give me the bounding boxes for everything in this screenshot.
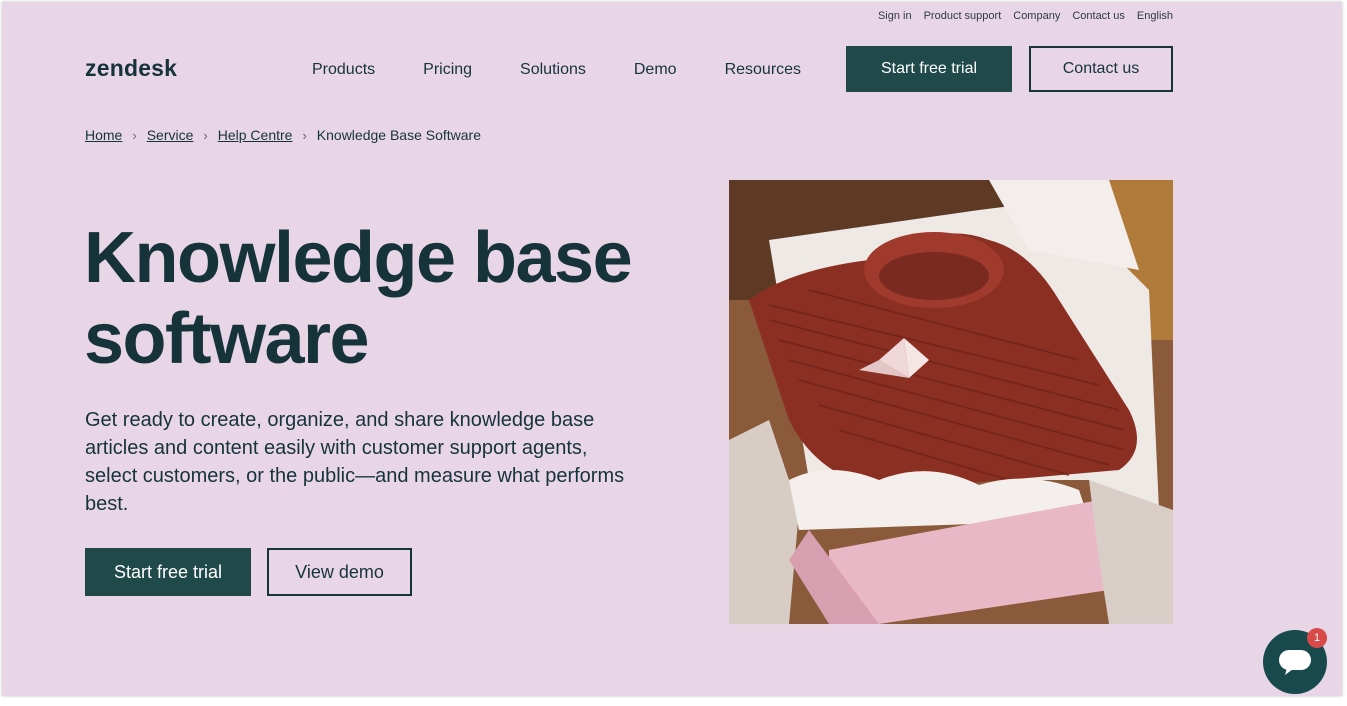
nav-products[interactable]: Products — [312, 60, 375, 80]
breadcrumb: Home › Service › Help Centre › Knowledge… — [85, 127, 481, 143]
notification-badge: 1 — [1307, 628, 1327, 648]
header-contact-button[interactable]: Contact us — [1029, 46, 1173, 92]
title-line-1: Knowledge base — [84, 218, 633, 298]
contact-us-link[interactable]: Contact us — [1072, 9, 1125, 23]
nav-demo[interactable]: Demo — [634, 60, 677, 80]
product-support-link[interactable]: Product support — [924, 9, 1002, 23]
zendesk-logo[interactable]: zendesk — [85, 55, 177, 82]
nav-pricing[interactable]: Pricing — [423, 60, 472, 80]
sign-in-link[interactable]: Sign in — [878, 9, 912, 23]
company-link[interactable]: Company — [1013, 9, 1060, 23]
chevron-right-icon: › — [302, 127, 307, 143]
breadcrumb-home[interactable]: Home — [85, 127, 122, 143]
hero-image — [729, 180, 1173, 624]
header-start-trial-button[interactable]: Start free trial — [846, 46, 1012, 92]
page: Sign in Product support Company Contact … — [2, 2, 1342, 696]
hero-start-trial-button[interactable]: Start free trial — [85, 548, 251, 596]
breadcrumb-current: Knowledge Base Software — [316, 127, 481, 143]
utility-nav: Sign in Product support Company Contact … — [878, 9, 1173, 23]
breadcrumb-service[interactable]: Service — [147, 127, 194, 143]
title-line-2: software — [84, 299, 370, 379]
page-title: Knowledge base software — [84, 218, 704, 380]
breadcrumb-help-centre[interactable]: Help Centre — [218, 127, 293, 143]
hero-description: Get ready to create, organize, and share… — [85, 409, 625, 515]
view-demo-button[interactable]: View demo — [267, 548, 412, 596]
chevron-right-icon: › — [203, 127, 208, 143]
chat-bubble-icon — [1279, 650, 1311, 675]
language-selector[interactable]: English — [1137, 9, 1173, 23]
chevron-right-icon: › — [132, 127, 137, 143]
nav-solutions[interactable]: Solutions — [520, 60, 586, 80]
nav-resources[interactable]: Resources — [725, 60, 801, 80]
main-nav: Products Pricing Solutions Demo Resource… — [312, 60, 849, 80]
